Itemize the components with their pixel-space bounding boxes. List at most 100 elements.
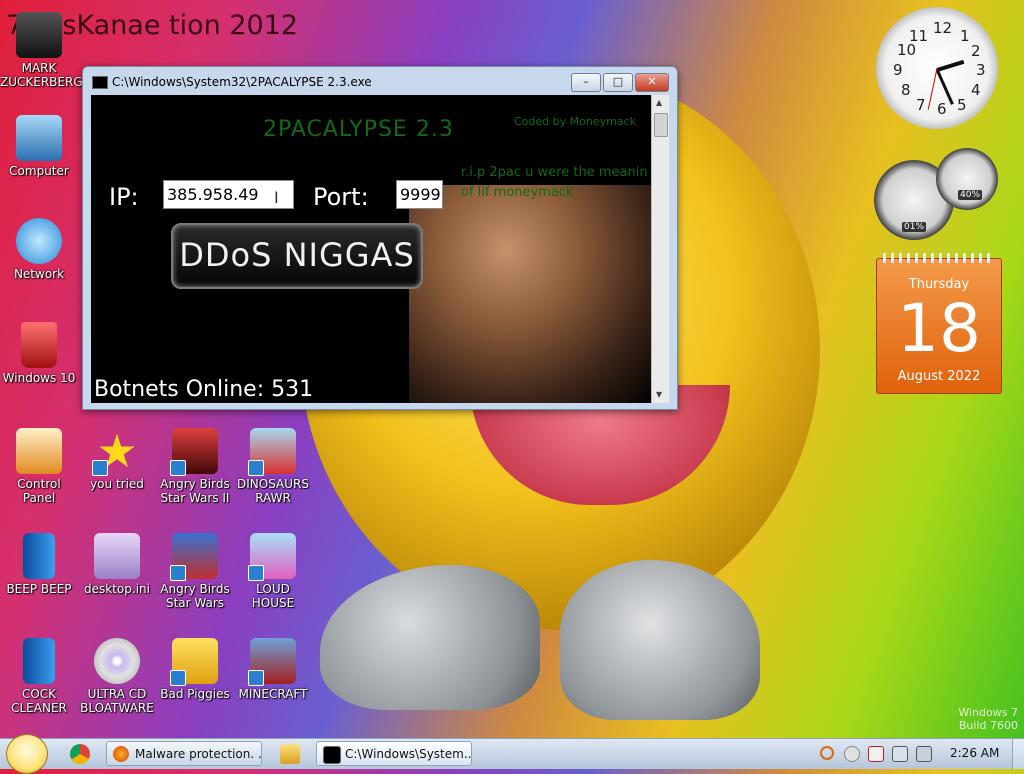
- desktop-icon-desktop-ini[interactable]: desktop.ini: [78, 533, 156, 596]
- desktop-icon-label: you tried: [90, 477, 144, 491]
- desktop-icon-you-tried[interactable]: ★ you tried: [78, 428, 156, 491]
- task-label: Malware protection. ...: [135, 747, 262, 761]
- text-cursor-icon: I: [274, 188, 279, 207]
- start-button[interactable]: [6, 734, 48, 774]
- close-button[interactable]: ✕: [635, 73, 669, 92]
- tupac-portrait-image: [409, 185, 651, 403]
- clock-gadget[interactable]: 12 1 2 3 4 5 6 7 8 9 10 11: [876, 7, 998, 129]
- ip-label: IP:: [109, 183, 139, 211]
- computer-icon: [16, 115, 62, 161]
- calendar-gadget[interactable]: Thursday 18 August 2022: [876, 253, 1002, 394]
- desktop-icon-network[interactable]: Network: [0, 218, 78, 281]
- network-tray-icon[interactable]: [892, 746, 908, 762]
- desktop-icon-bad-piggies[interactable]: Bad Piggies: [156, 638, 234, 701]
- desktop-icon-computer[interactable]: Computer: [0, 115, 78, 178]
- taskbar-clock[interactable]: 2:26 AM: [950, 746, 999, 760]
- scroll-down-icon[interactable]: ▼: [656, 390, 662, 399]
- desktop-icon-windows-10[interactable]: Windows 10: [0, 322, 78, 385]
- tribute-text: r.i.p 2pac u were the meanin of lif mone…: [461, 165, 648, 200]
- shortcut-badge-icon: [248, 460, 264, 476]
- star-icon: ★: [92, 428, 140, 476]
- desktop-icon-label: Bad Piggies: [160, 687, 230, 701]
- console-icon: [323, 746, 341, 764]
- shortcut-badge-icon: [248, 670, 264, 686]
- desktop-icon-label: Control Panel: [17, 477, 61, 505]
- clock-numeral: 11: [909, 27, 929, 45]
- desktop-icon-label: Network: [13, 267, 65, 281]
- desktop-icon-dinosaurs-rawr[interactable]: DINOSAURS RAWR: [234, 428, 312, 505]
- scroll-thumb[interactable]: [654, 113, 668, 137]
- no-entry-icon[interactable]: [844, 746, 860, 762]
- angry-birds-icon: [248, 533, 296, 581]
- desktop-icon-label: ULTRA CD BLOATWARE: [80, 687, 154, 715]
- ip-input[interactable]: 385.958.49 I: [163, 180, 294, 209]
- desktop-icon-label: MARK ZUCKERBERG: [0, 61, 83, 89]
- clock-numeral: 2: [971, 42, 981, 60]
- desktop-icon-label: BEEP BEEP: [6, 582, 72, 596]
- control-panel-icon: [16, 428, 62, 474]
- desktop-icon-angry-birds-star-wars-ii[interactable]: Angry Birds Star Wars II: [156, 428, 234, 505]
- desktop-icon-label: Angry Birds Star Wars II: [160, 477, 230, 505]
- file-explorer-icon[interactable]: [280, 744, 300, 764]
- network-icon: [16, 218, 62, 264]
- clock-numeral: 8: [901, 81, 911, 99]
- desktop-icon-ultra-cd-bloatware[interactable]: ULTRA CD BLOATWARE: [78, 638, 156, 715]
- action-center-icon[interactable]: [868, 746, 884, 762]
- port-input[interactable]: 9999: [396, 180, 443, 209]
- book-icon: [23, 533, 55, 579]
- desktop-icon-control-panel[interactable]: Control Panel: [0, 428, 78, 505]
- console-icon: [92, 76, 108, 89]
- console-window[interactable]: C:\Windows\System32\2PACALYPSE 2.3.exe –…: [82, 66, 678, 410]
- pig-icon: [170, 638, 218, 686]
- wallpaper-shoe-right: [560, 560, 760, 720]
- calendar-day: 18: [897, 290, 981, 367]
- chrome-icon[interactable]: [70, 744, 90, 764]
- angry-birds-icon: [170, 428, 218, 476]
- vertical-scrollbar[interactable]: ▲ ▼: [651, 95, 669, 403]
- clock-hour-hand: [936, 59, 965, 72]
- taskbar-task-malware-protection[interactable]: Malware protection. ...: [106, 741, 262, 766]
- maximize-button[interactable]: □: [603, 73, 633, 92]
- desktop-icon-beep-beep[interactable]: BEEP BEEP: [0, 533, 78, 596]
- ddos-button[interactable]: DDoS NIGGAS: [171, 223, 423, 289]
- desktop-icon-label: Windows 10: [2, 371, 76, 385]
- firefox-icon: [113, 746, 129, 762]
- taskbar: Malware protection. ... C:\Windows\Syste…: [0, 734, 1024, 774]
- shortcut-badge-icon: [170, 670, 186, 686]
- desktop-icon-angry-birds-star-wars[interactable]: Angry Birds Star Wars: [156, 533, 234, 610]
- clock-numeral: 5: [957, 96, 967, 114]
- show-desktop-button[interactable]: [1012, 739, 1024, 769]
- clock-numeral: 4: [971, 81, 981, 99]
- cpu-meter-value: 01%: [902, 222, 927, 232]
- calendar-month-year: August 2022: [897, 369, 981, 384]
- desktop-icon-cock-cleaner[interactable]: COCK CLEANER: [0, 638, 78, 715]
- desktop-icon-loud-house[interactable]: LOUD HOUSE: [234, 533, 312, 610]
- clock-numeral: 12: [933, 19, 953, 37]
- shortcut-badge-icon: [248, 565, 264, 581]
- shortcut-badge-icon: [170, 460, 186, 476]
- task-label: C:\Windows\System...: [345, 747, 472, 761]
- desktop-icon-label: Computer: [9, 164, 69, 178]
- scroll-up-icon[interactable]: ▲: [656, 98, 662, 107]
- desktop-icon-minecraft[interactable]: MINECRAFT: [234, 638, 312, 701]
- ip-value: 385.958.49: [167, 185, 259, 204]
- desktop-icon-mark-zuckerberg[interactable]: MARK ZUCKERBERG: [0, 12, 83, 89]
- angry-birds-icon: [248, 428, 296, 476]
- desktop-icon-label: Angry Birds Star Wars: [160, 582, 230, 610]
- desktop-icon-label: DINOSAURS RAWR: [237, 477, 309, 505]
- recycle-bin-icon: [21, 322, 57, 368]
- desktop-icon-label: LOUD HOUSE: [251, 582, 295, 610]
- watermark-line1: Windows 7: [958, 706, 1018, 719]
- window-title: C:\Windows\System32\2PACALYPSE 2.3.exe: [112, 75, 372, 89]
- volume-icon[interactable]: [916, 746, 932, 762]
- window-titlebar[interactable]: C:\Windows\System32\2PACALYPSE 2.3.exe –…: [83, 67, 677, 95]
- port-value: 9999: [400, 185, 441, 204]
- minimize-button[interactable]: –: [571, 73, 601, 92]
- search-icon[interactable]: [820, 746, 834, 760]
- botnets-online-label: Botnets Online: 531: [94, 377, 314, 402]
- person-icon: [16, 12, 62, 58]
- taskbar-task-console[interactable]: C:\Windows\System...: [316, 741, 472, 766]
- memory-meter-gadget[interactable]: 40%: [936, 148, 998, 210]
- coded-by-label: Coded by Moneymack: [514, 115, 636, 128]
- app-title: 2PACALYPSE 2.3: [263, 117, 454, 142]
